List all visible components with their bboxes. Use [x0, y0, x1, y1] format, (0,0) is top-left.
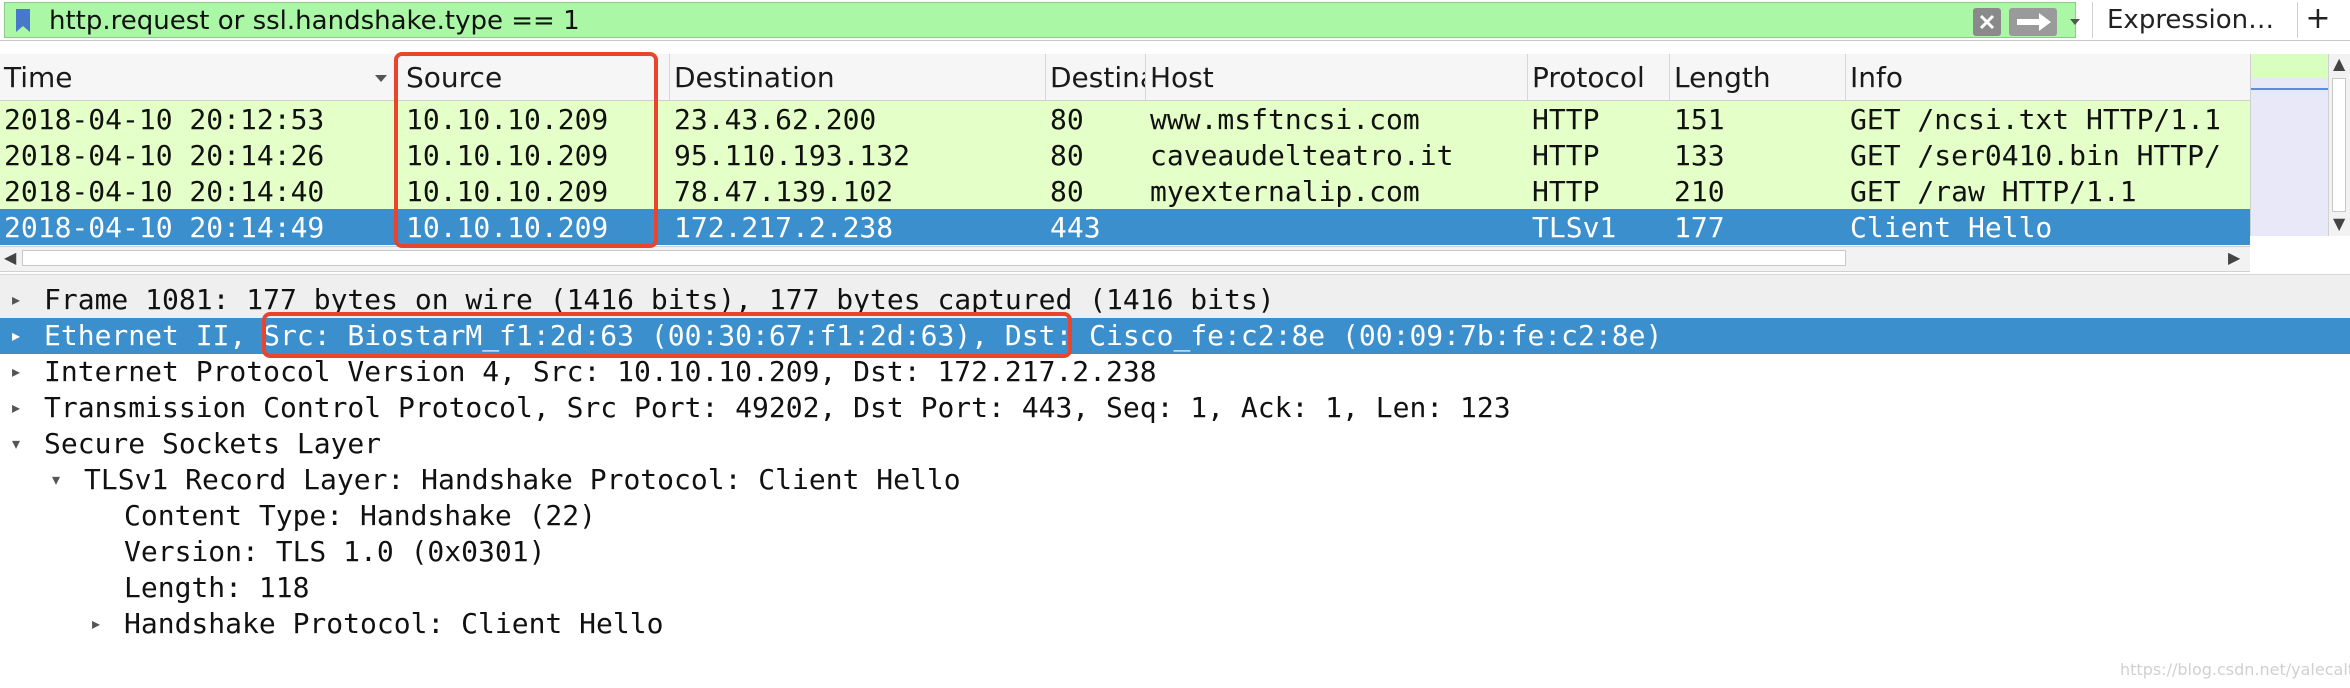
packet-list-header: Time Source Destination Destina Host Pro…: [0, 54, 2250, 101]
detail-label: Content Type: Handshake (22): [124, 499, 597, 532]
detail-label: TLSv1 Record Layer: Handshake Protocol: …: [84, 463, 961, 496]
chevron-down-icon[interactable]: [2065, 11, 2085, 33]
packet-cell-time: 2018-04-10 20:14:40: [4, 175, 325, 208]
display-filter-input[interactable]: http.request or ssl.handshake.type == 1: [4, 2, 2080, 39]
packet-cell-info: GET /raw HTTP/1.1: [1850, 175, 2137, 208]
scroll-down-icon[interactable]: ▼: [2333, 214, 2345, 234]
packet-cell-length: 151: [1674, 103, 1725, 136]
column-header-host[interactable]: Host: [1146, 54, 1528, 100]
column-header-info[interactable]: Info: [1846, 54, 2250, 100]
packet-cell-host: [1146, 209, 1528, 245]
bookmark-icon[interactable]: [15, 9, 31, 33]
scroll-left-icon[interactable]: ◀: [4, 248, 16, 268]
watermark: https://blog.csdn.net/yalecaltech: [2120, 660, 2350, 679]
minimap-http-region: [2251, 54, 2329, 78]
packet-cell-length: 133: [1674, 139, 1725, 172]
packet-cell-host: www.msftncsi.com: [1150, 103, 1420, 136]
packet-cell-length: 210: [1674, 175, 1725, 208]
packet-cell-info: GET /ncsi.txt HTTP/1.1: [1850, 103, 2221, 136]
packet-cell-dport: 80: [1050, 175, 1084, 208]
packet-cell-protocol: TLSv1: [1532, 211, 1617, 244]
sort-descending-icon: [375, 75, 387, 82]
packet-cell-host: caveaudelteatro.it: [1150, 139, 1454, 172]
packet-cell-length: 177: [1674, 211, 1725, 244]
packet-row[interactable]: 2018-04-10 20:14:26 10.10.10.209 95.110.19…: [0, 137, 2250, 173]
packet-list-vertical-scrollbar[interactable]: ▲ ▼: [2328, 54, 2350, 236]
collapsed-arrow-icon[interactable]: ▸: [86, 606, 106, 642]
collapsed-arrow-icon[interactable]: ▸: [6, 354, 26, 390]
src-mac-highlight: [262, 312, 1072, 358]
expanded-arrow-icon[interactable]: ▾: [6, 426, 26, 462]
column-header-protocol[interactable]: Protocol: [1528, 54, 1670, 100]
apply-filter-icon[interactable]: [2009, 8, 2057, 36]
add-filter-button[interactable]: +: [2298, 2, 2338, 38]
collapsed-arrow-icon[interactable]: ▸: [6, 390, 26, 426]
packet-cell-destination: 95.110.193.132: [674, 139, 911, 172]
packet-cell-destination: 172.217.2.238: [674, 211, 894, 244]
detail-label: Secure Sockets Layer: [44, 427, 382, 460]
packet-cell-protocol: HTTP: [1532, 103, 1600, 136]
packet-cell-dport: 80: [1050, 139, 1084, 172]
packet-cell-time: 2018-04-10 20:14:26: [4, 139, 325, 172]
packet-minimap[interactable]: [2250, 54, 2329, 236]
column-header-destination[interactable]: Destination: [670, 54, 1046, 100]
detail-row[interactable]: ▸ Transmission Control Protocol, Src Port…: [0, 390, 2350, 426]
detail-row[interactable]: Version: TLS 1.0 (0x0301): [0, 534, 2350, 570]
detail-label: Transmission Control Protocol, Src Port:…: [44, 391, 1511, 424]
detail-row[interactable]: ▸ Handshake Protocol: Client Hello: [0, 606, 2350, 642]
detail-row[interactable]: ▸ Internet Protocol Version 4, Src: 10.10…: [0, 354, 2350, 390]
horizontal-scroll-thumb[interactable]: [22, 250, 1846, 266]
packet-list-horizontal-scrollbar[interactable]: ◀ ▶: [0, 246, 2250, 272]
packet-cell-protocol: HTTP: [1532, 175, 1600, 208]
detail-label: Handshake Protocol: Client Hello: [124, 607, 664, 640]
collapsed-arrow-icon[interactable]: ▸: [6, 318, 26, 354]
minimap-selected-marker: [2251, 88, 2329, 90]
display-filter-text[interactable]: http.request or ssl.handshake.type == 1: [49, 3, 580, 39]
display-filter-toolbar: http.request or ssl.handshake.type == 1 …: [0, 0, 2350, 41]
clear-filter-icon[interactable]: [1973, 8, 2001, 36]
packet-cell-dport: 80: [1050, 103, 1084, 136]
packet-cell-destination: 23.43.62.200: [674, 103, 877, 136]
packet-cell-destination: 78.47.139.102: [674, 175, 894, 208]
column-header-dest-port[interactable]: Destina: [1046, 54, 1146, 100]
detail-row[interactable]: Content Type: Handshake (22): [0, 498, 2350, 534]
column-header-length[interactable]: Length: [1670, 54, 1846, 100]
source-column-highlight: [394, 52, 658, 248]
collapsed-arrow-icon[interactable]: ▸: [6, 282, 26, 318]
scroll-up-icon[interactable]: ▲: [2333, 54, 2345, 74]
packet-row[interactable]: 2018-04-10 20:14:40 10.10.10.209 78.47.139…: [0, 173, 2250, 209]
packet-cell-dport: 443: [1050, 211, 1101, 244]
packet-cell-time: 2018-04-10 20:14:49: [4, 211, 325, 244]
detail-row[interactable]: ▾ Secure Sockets Layer: [0, 426, 2350, 462]
packet-cell-time: 2018-04-10 20:12:53: [4, 103, 325, 136]
expression-button[interactable]: Expression…: [2092, 2, 2298, 38]
vertical-scroll-thumb[interactable]: [2332, 78, 2346, 212]
expanded-arrow-icon[interactable]: ▾: [46, 462, 66, 498]
packet-cell-protocol: HTTP: [1532, 139, 1600, 172]
column-header-time[interactable]: Time: [0, 54, 398, 100]
packet-rows: 2018-04-10 20:12:53 10.10.10.209 23.43.62.…: [0, 101, 2250, 247]
scroll-right-icon[interactable]: ▶: [2228, 248, 2240, 268]
detail-label: Length: 118: [124, 571, 310, 604]
packet-cell-info: Client Hello: [1850, 211, 2053, 244]
packet-row[interactable]: 2018-04-10 20:12:53 10.10.10.209 23.43.62.…: [0, 101, 2250, 137]
packet-cell-info: GET /ser0410.bin HTTP/: [1850, 139, 2221, 172]
packet-cell-host: myexternalip.com: [1150, 175, 1420, 208]
detail-label: Version: TLS 1.0 (0x0301): [124, 535, 546, 568]
detail-row[interactable]: ▾ TLSv1 Record Layer: Handshake Protocol:…: [0, 462, 2350, 498]
packet-list: Time Source Destination Destina Host Pro…: [0, 54, 2350, 274]
detail-label: Internet Protocol Version 4, Src: 10.10.…: [44, 355, 1157, 388]
detail-row[interactable]: Length: 118: [0, 570, 2350, 606]
packet-row-selected[interactable]: 2018-04-10 20:14:49 10.10.10.209 172.217.2…: [0, 209, 2250, 245]
